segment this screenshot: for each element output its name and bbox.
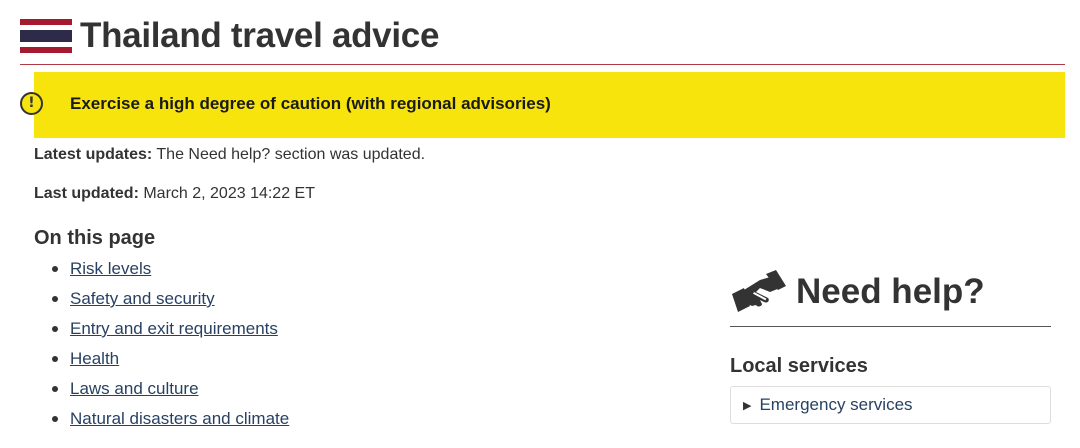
last-updated-value: March 2, 2023 14:22 ET xyxy=(138,185,315,202)
last-updated-label: Last updated: xyxy=(34,185,139,202)
toc-link-laws-and-culture[interactable]: Laws and culture xyxy=(70,379,199,398)
toc-link-risk-levels[interactable]: Risk levels xyxy=(70,259,151,278)
emergency-services-label: Emergency services xyxy=(759,395,913,414)
emergency-services-toggle[interactable]: ▶ Emergency services xyxy=(730,386,1051,424)
need-help-header: Need help? xyxy=(730,258,1051,326)
bullet xyxy=(52,416,58,422)
list-item: Natural disasters and climate xyxy=(52,406,289,436)
need-help-title: Need help? xyxy=(796,272,985,311)
bullet xyxy=(52,266,58,272)
local-services-heading: Local services xyxy=(730,355,868,377)
page-title: Thailand travel advice xyxy=(80,16,440,55)
list-item: Safety and security xyxy=(52,286,289,316)
latest-updates-value: The Need help? section was updated. xyxy=(152,146,426,163)
bullet xyxy=(52,386,58,392)
bullet xyxy=(52,356,58,362)
page-header: Thailand travel advice xyxy=(20,14,439,58)
toc-link-safety-and-security[interactable]: Safety and security xyxy=(70,289,215,308)
toc-link-natural-disasters[interactable]: Natural disasters and climate xyxy=(70,409,289,428)
risk-level-text: Exercise a high degree of caution (with … xyxy=(70,94,551,113)
thailand-flag-icon xyxy=(20,19,72,53)
page: Thailand travel advice ! Exercise a high… xyxy=(0,0,1080,448)
list-item: Entry and exit requirements xyxy=(52,316,289,346)
list-item: Risk levels xyxy=(52,256,289,286)
handshake-icon xyxy=(732,270,786,312)
latest-updates-label: Latest updates: xyxy=(34,146,153,163)
need-help-panel: Need help? Local services ▶ Emergency se… xyxy=(730,258,1051,424)
list-item: Laws and culture xyxy=(52,376,289,406)
latest-updates: Latest updates: The Need help? section w… xyxy=(34,146,425,164)
on-this-page-heading: On this page xyxy=(34,227,156,249)
bullet xyxy=(52,326,58,332)
exclamation-circle-icon: ! xyxy=(20,92,43,115)
expand-triangle-icon: ▶ xyxy=(743,398,752,412)
bullet xyxy=(52,296,58,302)
toc-link-entry-and-exit[interactable]: Entry and exit requirements xyxy=(70,319,278,338)
on-this-page-list: Risk levels Safety and security Entry an… xyxy=(52,256,289,436)
last-updated: Last updated: March 2, 2023 14:22 ET xyxy=(34,185,315,203)
list-item: Health xyxy=(52,346,289,376)
title-divider xyxy=(20,64,1065,65)
risk-level-banner: ! Exercise a high degree of caution (wit… xyxy=(20,72,1065,138)
toc-link-health[interactable]: Health xyxy=(70,349,119,368)
need-help-divider xyxy=(730,326,1051,327)
